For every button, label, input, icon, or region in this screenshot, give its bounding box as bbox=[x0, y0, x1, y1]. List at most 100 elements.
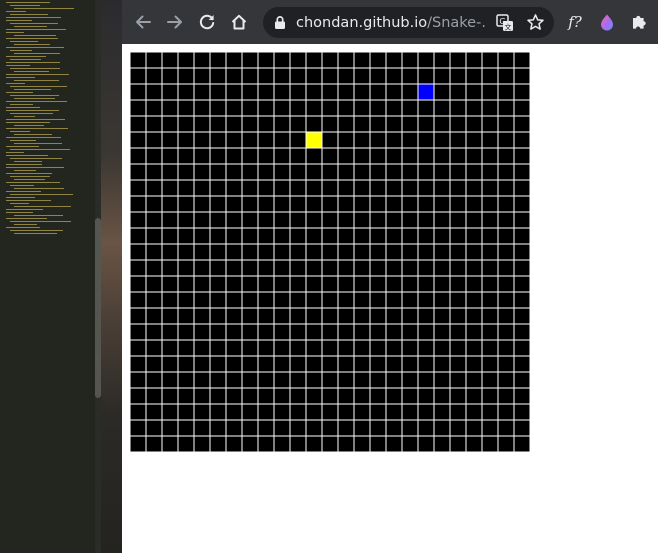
grid-cell bbox=[178, 372, 194, 388]
grid-cell bbox=[498, 324, 514, 340]
grid-cell bbox=[178, 244, 194, 260]
code-line bbox=[10, 95, 59, 96]
grid-cell bbox=[354, 244, 370, 260]
grid-cell bbox=[130, 308, 146, 324]
grid-cell bbox=[226, 84, 242, 100]
grid-cell bbox=[226, 276, 242, 292]
grid-cell bbox=[146, 148, 162, 164]
grid-cell bbox=[242, 420, 258, 436]
grid-cell bbox=[210, 276, 226, 292]
grid-cell bbox=[178, 308, 194, 324]
grid-cell bbox=[194, 52, 210, 68]
grid-cell bbox=[386, 244, 402, 260]
grid-cell bbox=[146, 100, 162, 116]
reload-button[interactable] bbox=[196, 11, 218, 33]
grid-cell bbox=[482, 436, 498, 452]
extensions-button[interactable] bbox=[628, 11, 650, 33]
address-bar[interactable]: chondan.github.io/Snake-... G 文 bbox=[263, 7, 554, 38]
grid-cell bbox=[194, 276, 210, 292]
grid-cell bbox=[162, 196, 178, 212]
grid-cell bbox=[178, 100, 194, 116]
grid-cell bbox=[162, 372, 178, 388]
code-line bbox=[10, 203, 29, 204]
grid-cell bbox=[322, 260, 338, 276]
grid-cell bbox=[386, 420, 402, 436]
snake-game-board[interactable] bbox=[130, 52, 530, 452]
grid-cell bbox=[418, 132, 434, 148]
grid-cell bbox=[290, 276, 306, 292]
grid-cell bbox=[178, 228, 194, 244]
grid-cell bbox=[386, 196, 402, 212]
grid-cell bbox=[434, 292, 450, 308]
grid-cell bbox=[354, 404, 370, 420]
star-icon[interactable] bbox=[526, 13, 545, 32]
grid-cell bbox=[274, 324, 290, 340]
grid-cell bbox=[130, 324, 146, 340]
grid-cell bbox=[130, 388, 146, 404]
grid-cell bbox=[130, 340, 146, 356]
grid-cell bbox=[322, 244, 338, 260]
grid-cell bbox=[354, 260, 370, 276]
translate-icon[interactable]: G 文 bbox=[496, 14, 514, 32]
grid-cell bbox=[450, 292, 466, 308]
grid-cell bbox=[418, 244, 434, 260]
grid-cell bbox=[450, 308, 466, 324]
grid-cell bbox=[146, 244, 162, 260]
grid-cell bbox=[258, 84, 274, 100]
grid-cell bbox=[354, 356, 370, 372]
grid-cell bbox=[434, 276, 450, 292]
lock-icon[interactable] bbox=[273, 15, 287, 30]
forward-button[interactable] bbox=[164, 11, 186, 33]
grid-cell bbox=[498, 228, 514, 244]
grid-cell bbox=[354, 196, 370, 212]
grid-cell bbox=[146, 196, 162, 212]
grid-cell bbox=[338, 420, 354, 436]
grid-cell bbox=[466, 228, 482, 244]
grid-cell bbox=[370, 132, 386, 148]
grid-cell bbox=[274, 356, 290, 372]
grid-cell bbox=[146, 228, 162, 244]
grid-cell bbox=[370, 164, 386, 180]
grid-cell bbox=[370, 228, 386, 244]
grid-cell bbox=[450, 164, 466, 180]
grid-cell bbox=[242, 116, 258, 132]
url-text[interactable]: chondan.github.io/Snake-... bbox=[296, 14, 486, 32]
grid-cell bbox=[258, 292, 274, 308]
grid-cell bbox=[466, 308, 482, 324]
grid-cell bbox=[386, 132, 402, 148]
grid-cell bbox=[482, 228, 498, 244]
grid-cell bbox=[482, 116, 498, 132]
back-button[interactable] bbox=[132, 11, 154, 33]
grid-cell bbox=[370, 292, 386, 308]
grid-cell bbox=[466, 324, 482, 340]
grid-cell bbox=[194, 388, 210, 404]
grid-cell bbox=[418, 260, 434, 276]
grid-cell bbox=[162, 436, 178, 452]
grid-cell bbox=[514, 116, 530, 132]
code-line bbox=[6, 197, 35, 198]
grid-cell bbox=[210, 244, 226, 260]
code-line bbox=[6, 65, 30, 66]
grid-cell bbox=[338, 244, 354, 260]
grid-cell bbox=[402, 308, 418, 324]
grid-cell bbox=[242, 164, 258, 180]
color-extension-button[interactable] bbox=[596, 11, 618, 33]
grid-cell bbox=[466, 388, 482, 404]
home-button[interactable] bbox=[228, 11, 250, 33]
grid-cell bbox=[514, 180, 530, 196]
formula-extension-button[interactable]: f? bbox=[564, 11, 586, 33]
grid-cell bbox=[274, 276, 290, 292]
grid-cell bbox=[514, 436, 530, 452]
grid-cell bbox=[242, 196, 258, 212]
grid-cell bbox=[258, 68, 274, 84]
grid-cell bbox=[130, 276, 146, 292]
grid-cell bbox=[178, 276, 194, 292]
grid-cell bbox=[418, 228, 434, 244]
grid-cell bbox=[130, 180, 146, 196]
grid-cell bbox=[498, 52, 514, 68]
grid-cell bbox=[258, 388, 274, 404]
grid-cell bbox=[434, 420, 450, 436]
code-line bbox=[14, 215, 63, 216]
grid-cell bbox=[354, 212, 370, 228]
grid-cell bbox=[498, 292, 514, 308]
